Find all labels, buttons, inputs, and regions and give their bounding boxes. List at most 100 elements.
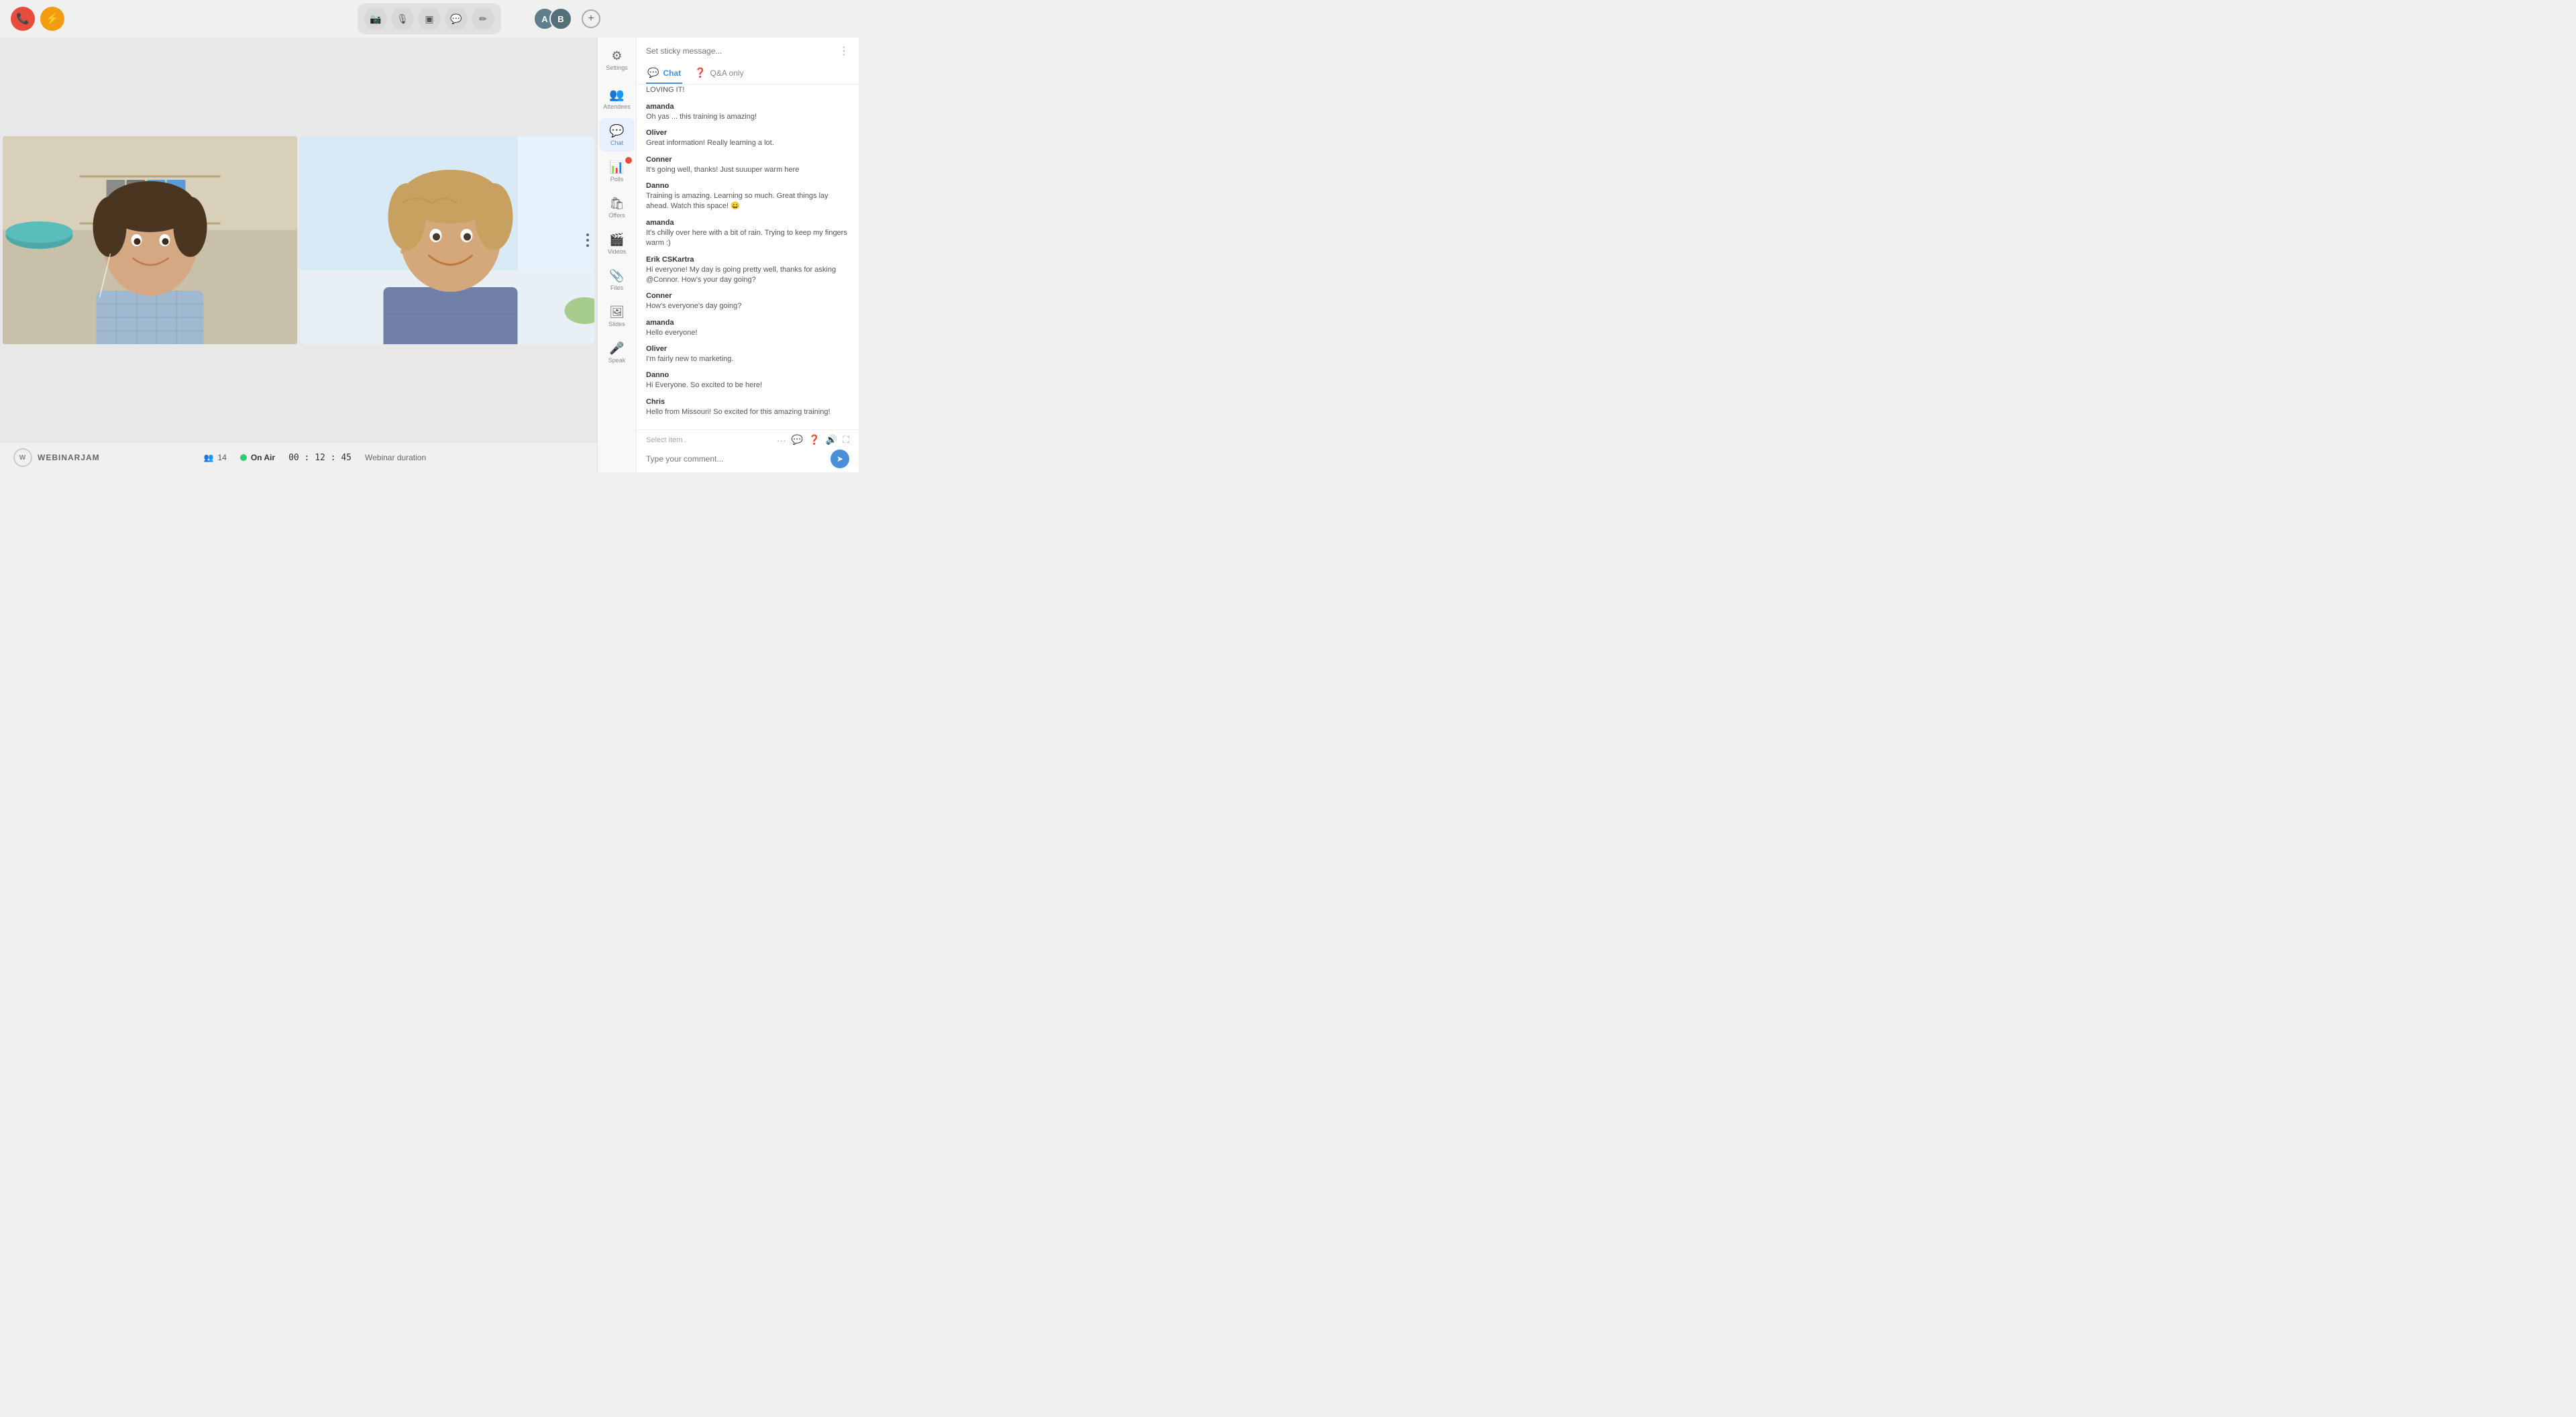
message-author: amanda bbox=[646, 103, 849, 111]
chat-tab-chat[interactable]: 💬 Chat bbox=[646, 63, 682, 84]
attendees-icon: 👥 bbox=[610, 87, 625, 102]
chat-messages: charlotte KummLearning a lot today!Conne… bbox=[637, 85, 859, 429]
message-item: DannoTraining is amazing. Learning so mu… bbox=[646, 182, 849, 212]
footer-ellipsis[interactable]: ··· bbox=[777, 435, 786, 445]
footer-sound-icon[interactable]: 🔊 bbox=[826, 434, 837, 445]
chat-tabs: 💬 Chat ❓ Q&A only bbox=[646, 63, 849, 84]
boost-button[interactable]: ⚡ bbox=[40, 7, 64, 31]
videos-nav-label: Videos bbox=[608, 248, 626, 255]
message-text: LOVING IT! bbox=[646, 85, 849, 95]
message-item: ConnerLOVING IT! bbox=[646, 85, 849, 96]
icon-nav: ⚙ Settings 👥 Attendees 💬 Chat 📊 Polls bbox=[598, 38, 637, 472]
message-author: Oliver bbox=[646, 345, 849, 353]
send-button[interactable]: ➤ bbox=[830, 450, 849, 468]
chat-tab-label: Chat bbox=[663, 68, 681, 78]
message-item: amandaIt's chilly over here with a bit o… bbox=[646, 219, 849, 249]
message-text: Hello from Missouri! So excited for this… bbox=[646, 407, 849, 417]
dot3 bbox=[586, 244, 589, 247]
slides-icon: 🖼 bbox=[610, 305, 625, 319]
footer-help-icon[interactable]: ❓ bbox=[808, 434, 820, 445]
message-text: How's everyone's day going? bbox=[646, 301, 849, 311]
attendees-nav-item[interactable]: 👥 Attendees bbox=[600, 82, 635, 115]
settings-nav-item[interactable]: ⚙ Settings bbox=[600, 43, 635, 76]
chat-nav-item[interactable]: 💬 Chat bbox=[600, 118, 635, 152]
message-author: amanda bbox=[646, 219, 849, 227]
footer-expand-icon[interactable]: ⛶ bbox=[843, 434, 849, 445]
person2-svg bbox=[300, 136, 594, 344]
duration-label: Webinar duration bbox=[365, 453, 426, 462]
message-author: Conner bbox=[646, 156, 849, 164]
message-text: Great information! Really learning a lot… bbox=[646, 138, 849, 148]
message-text: It's chilly over here with a bit of rain… bbox=[646, 228, 849, 249]
attendees-info: 👥 14 bbox=[204, 453, 227, 462]
polls-nav-item[interactable]: 📊 Polls bbox=[600, 154, 635, 188]
files-nav-item[interactable]: 📎 Files bbox=[600, 263, 635, 297]
message-text: It's going well, thanks! Just suuuper wa… bbox=[646, 165, 849, 175]
on-air-indicator bbox=[240, 454, 247, 461]
message-text: Training is amazing. Learning so much. G… bbox=[646, 191, 849, 212]
message-author: Danno bbox=[646, 371, 849, 379]
files-icon: 📎 bbox=[610, 268, 625, 283]
sticky-message-input[interactable] bbox=[646, 46, 839, 56]
chat-tab-qa[interactable]: ❓ Q&A only bbox=[693, 63, 745, 84]
person2-video bbox=[300, 136, 594, 344]
more-options-icon[interactable]: ⋮ bbox=[839, 44, 849, 58]
timer: 00 : 12 : 45 bbox=[288, 453, 352, 463]
offers-nav-item[interactable]: 🛍 Offers bbox=[600, 191, 635, 224]
video-slot-2 bbox=[300, 136, 594, 344]
select-item-text[interactable]: Select item . bbox=[646, 436, 687, 444]
qa-tab-icon: ❓ bbox=[694, 67, 706, 78]
send-icon: ➤ bbox=[837, 454, 843, 464]
chat-tool-button[interactable]: 💬 bbox=[445, 7, 468, 30]
hangup-icon: 📞 bbox=[16, 12, 30, 25]
files-nav-label: Files bbox=[610, 284, 623, 291]
message-text: Hello everyone! bbox=[646, 328, 849, 338]
bottom-bar: W WEBINARJAM 👥 14 On Air 00 : 12 : 45 We… bbox=[0, 443, 597, 472]
speak-nav-item[interactable]: 🎤 Speak bbox=[600, 335, 635, 369]
chat-header: ⋮ 💬 Chat ❓ Q&A only bbox=[637, 38, 859, 85]
add-participant-button[interactable]: + bbox=[582, 9, 600, 28]
slides-nav-item[interactable]: 🖼 Slides bbox=[600, 299, 635, 333]
camera-button[interactable]: 📷 bbox=[364, 7, 387, 30]
message-item: Erik CSKartraHi everyone! My day is goin… bbox=[646, 256, 849, 286]
chat-footer: Select item . ··· 💬 ❓ 🔊 ⛶ ➤ bbox=[637, 429, 859, 472]
slides-nav-label: Slides bbox=[608, 321, 625, 327]
dot1 bbox=[586, 233, 589, 236]
attendees-nav-label: Attendees bbox=[603, 103, 631, 110]
camera-icon: 📷 bbox=[370, 13, 381, 25]
message-item: amandaHello everyone! bbox=[646, 319, 849, 338]
toolbar: 📷 🎙 ▣ 💬 ✏ bbox=[358, 3, 501, 34]
videos-icon: 🎬 bbox=[610, 232, 625, 247]
offers-nav-label: Offers bbox=[608, 212, 625, 219]
brand-name: WEBINARJAM bbox=[38, 453, 100, 462]
mic-button[interactable]: 🎙 bbox=[391, 7, 414, 30]
comment-input[interactable] bbox=[646, 454, 825, 464]
chat-input-row: ➤ bbox=[646, 450, 849, 468]
footer-chat-icon[interactable]: 💬 bbox=[792, 434, 803, 445]
message-author: Danno bbox=[646, 182, 849, 190]
message-text: Hi Everyone. So excited to be here! bbox=[646, 380, 849, 390]
video-options-button[interactable] bbox=[586, 233, 589, 247]
videos-nav-item[interactable]: 🎬 Videos bbox=[600, 227, 635, 260]
chat-header-top: ⋮ bbox=[646, 44, 849, 58]
screen-button[interactable]: ▣ bbox=[418, 7, 441, 30]
message-item: OliverI'm fairly new to marketing. bbox=[646, 345, 849, 364]
right-sidebar: ⚙ Settings 👥 Attendees 💬 Chat 📊 Polls bbox=[597, 38, 859, 472]
message-text: Hi everyone! My day is going pretty well… bbox=[646, 265, 849, 286]
top-bar: 📞 ⚡ 📷 🎙 ▣ 💬 ✏ A bbox=[0, 0, 859, 38]
person1-video bbox=[3, 136, 297, 344]
video-slot-1 bbox=[3, 136, 297, 344]
boost-icon: ⚡ bbox=[46, 12, 59, 25]
brand-icon: W bbox=[13, 448, 32, 467]
settings-icon: ⚙ bbox=[610, 48, 625, 63]
hangup-button[interactable]: 📞 bbox=[11, 7, 35, 31]
main-content: W WEBINARJAM 👥 14 On Air 00 : 12 : 45 We… bbox=[0, 38, 859, 472]
speak-nav-label: Speak bbox=[608, 357, 626, 364]
dot2 bbox=[586, 239, 589, 242]
polls-nav-label: Polls bbox=[610, 176, 624, 182]
offers-icon: 🛍 bbox=[610, 196, 625, 211]
message-item: DannoHi Everyone. So excited to be here! bbox=[646, 371, 849, 390]
pen-button[interactable]: ✏ bbox=[472, 7, 494, 30]
message-author: Erik CSKartra bbox=[646, 256, 849, 264]
avatar-2: B bbox=[549, 7, 572, 30]
